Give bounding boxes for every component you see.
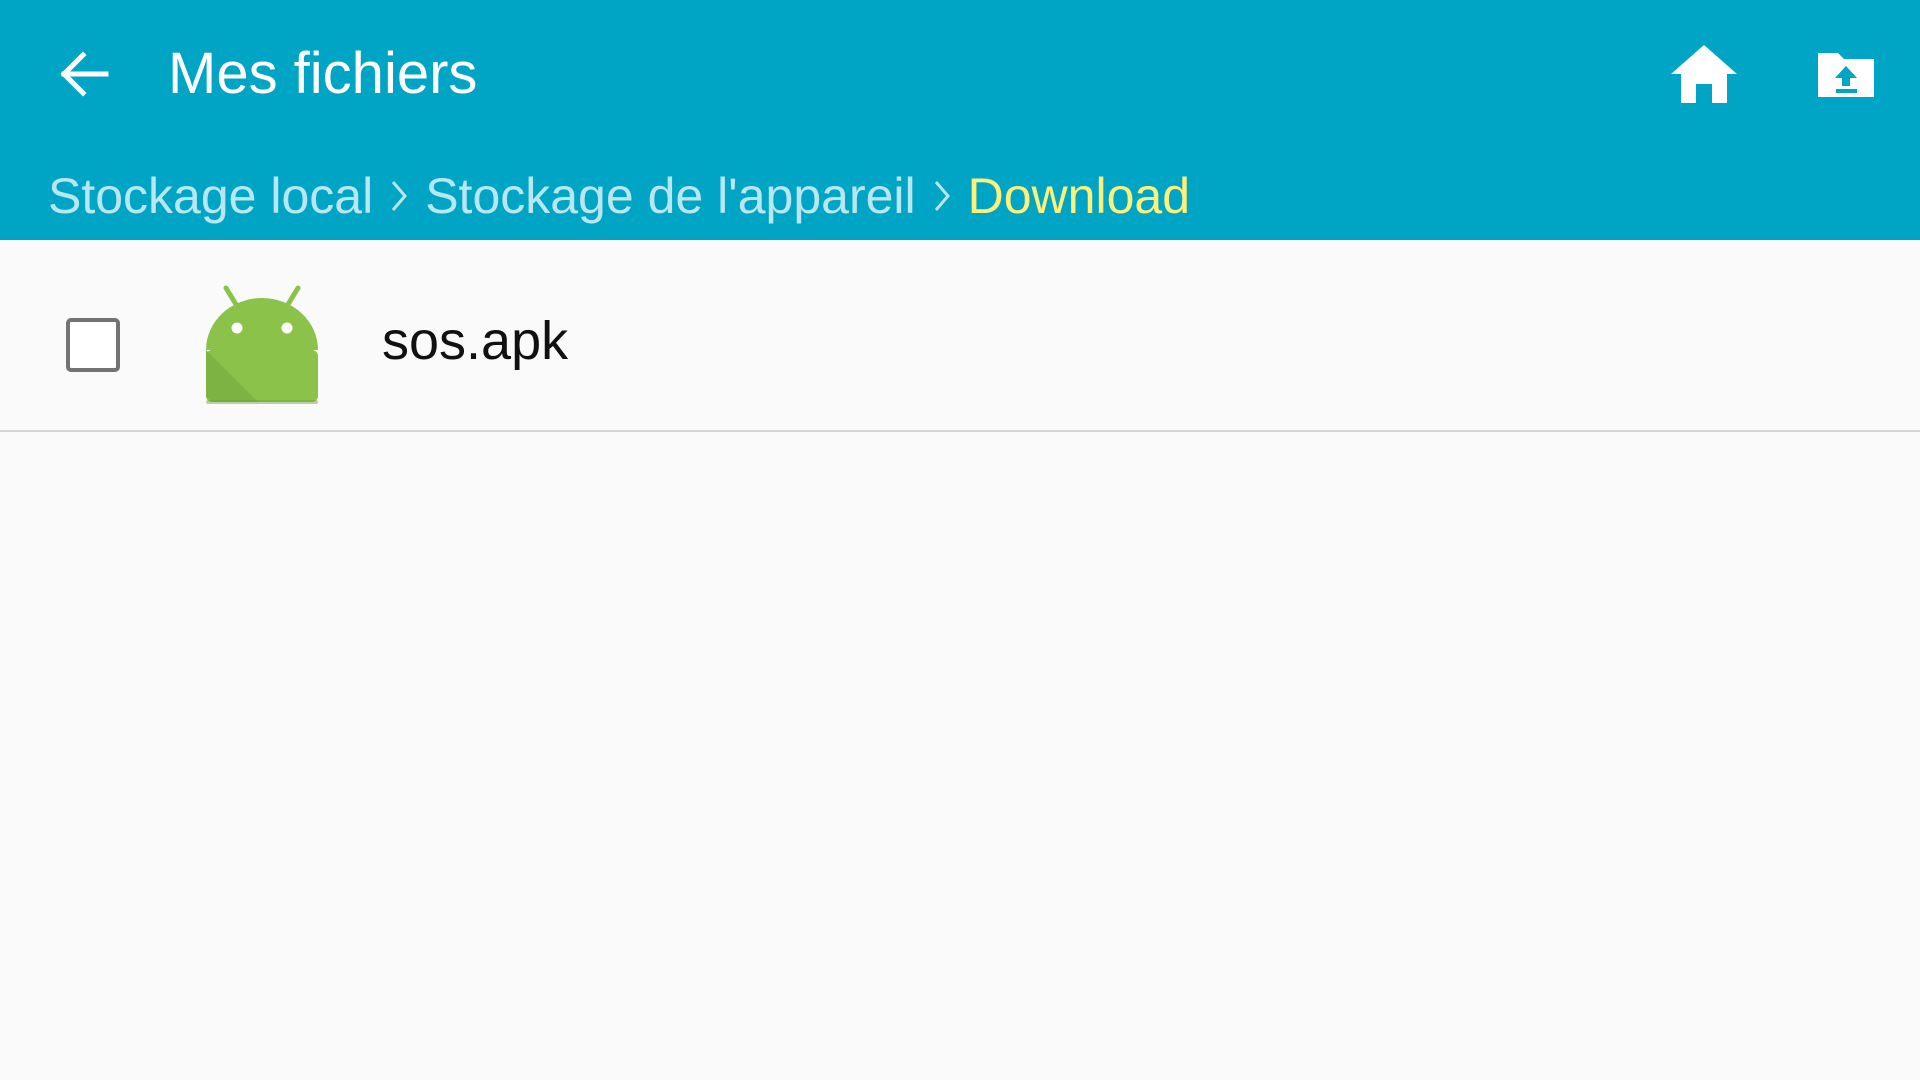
file-name: sos.apk — [382, 311, 569, 371]
page-title: Mes fichiers — [168, 41, 478, 106]
home-button[interactable] — [1654, 30, 1754, 118]
breadcrumb: Stockage local Stockage de l'appareil Do… — [48, 160, 1190, 232]
file-checkbox[interactable] — [66, 318, 120, 372]
arrow-left-icon — [60, 51, 109, 97]
back-button[interactable] — [44, 30, 124, 118]
upload-button[interactable] — [1796, 30, 1896, 118]
breadcrumb-download[interactable]: Download — [968, 167, 1190, 225]
chevron-right-icon — [373, 160, 425, 232]
file-list: sos.apk — [0, 240, 1920, 432]
home-icon — [1671, 45, 1737, 103]
android-apk-icon — [206, 285, 318, 404]
folder-upload-icon — [1818, 53, 1874, 97]
breadcrumb-local-storage[interactable]: Stockage local — [48, 167, 373, 225]
file-row[interactable]: sos.apk — [0, 240, 1920, 432]
app-header: Mes fichiers Stockage local Stockage de … — [0, 0, 1920, 240]
chevron-right-icon — [916, 160, 968, 232]
breadcrumb-device-storage[interactable]: Stockage de l'appareil — [425, 167, 915, 225]
